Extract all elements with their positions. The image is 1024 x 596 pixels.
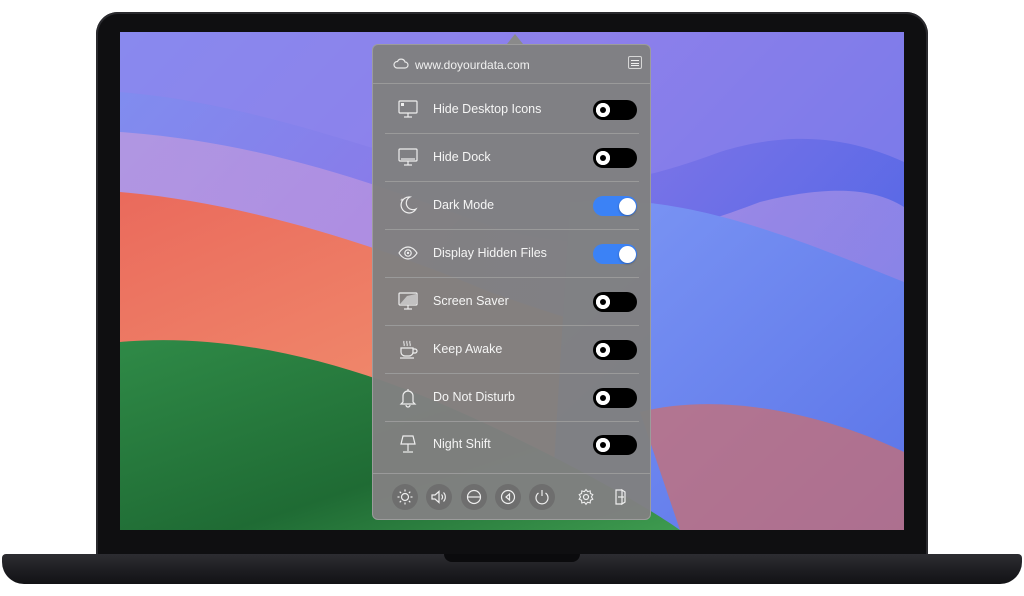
brightness-icon xyxy=(397,489,413,505)
quit-icon xyxy=(615,488,626,506)
toggle-label: Do Not Disturb xyxy=(433,390,515,404)
keep-awake-toggle[interactable] xyxy=(593,340,637,360)
quit-button[interactable] xyxy=(607,484,633,510)
toggle-label: Screen Saver xyxy=(433,294,509,308)
toggle-row-dark-mode: Dark Mode xyxy=(385,182,649,230)
cloud-icon xyxy=(393,58,409,69)
desktop-icon xyxy=(398,100,418,118)
eject-button[interactable] xyxy=(495,484,521,510)
power-icon xyxy=(535,490,549,505)
settings-icon xyxy=(578,488,594,506)
volume-icon xyxy=(431,490,446,504)
toggle-label: Night Shift xyxy=(433,437,491,451)
lamp-icon xyxy=(400,435,416,453)
toggle-row-night-shift: Night Shift xyxy=(385,421,649,469)
dark-mode-toggle[interactable] xyxy=(593,196,637,216)
toggle-row-keep-awake: Keep Awake xyxy=(385,326,649,374)
bell-icon xyxy=(399,389,417,408)
toggle-label: Dark Mode xyxy=(433,198,495,212)
settings-button[interactable] xyxy=(573,484,599,510)
dock-icon xyxy=(398,148,418,166)
power-button[interactable] xyxy=(529,484,555,510)
eye-icon xyxy=(398,246,418,260)
menubar-popover: www.doyourdata.com Hide Desktop Icons Hi… xyxy=(372,44,651,520)
moon-icon xyxy=(399,196,418,214)
display-sleep-button[interactable] xyxy=(461,484,487,510)
brightness-button[interactable] xyxy=(392,484,418,510)
eject-icon xyxy=(500,489,516,505)
menu-icon[interactable] xyxy=(628,56,642,69)
coffee-cup-icon xyxy=(400,340,418,359)
toggle-row-do-not-disturb: Do Not Disturb xyxy=(385,374,649,422)
toggle-label: Hide Desktop Icons xyxy=(433,102,542,116)
popover-header: www.doyourdata.com xyxy=(373,45,650,84)
toggle-label: Display Hidden Files xyxy=(433,246,547,260)
toggle-row-hide-dock: Hide Dock xyxy=(385,134,649,182)
volume-button[interactable] xyxy=(426,484,452,510)
quick-actions-bar xyxy=(373,473,650,520)
toggle-row-display-hidden-files: Display Hidden Files xyxy=(385,230,649,278)
toggle-row-screen-saver: Screen Saver xyxy=(385,278,649,326)
popover-arrow xyxy=(507,34,523,44)
hide-dock-toggle[interactable] xyxy=(593,148,637,168)
do-not-disturb-toggle[interactable] xyxy=(593,388,637,408)
screen-saver-icon xyxy=(398,292,418,310)
toggle-label: Hide Dock xyxy=(433,150,491,164)
night-shift-toggle[interactable] xyxy=(593,435,637,455)
toggle-row-hide-desktop-icons: Hide Desktop Icons xyxy=(385,86,649,134)
screen-saver-toggle[interactable] xyxy=(593,292,637,312)
website-link[interactable]: www.doyourdata.com xyxy=(415,58,530,72)
laptop-hinge-notch xyxy=(444,554,580,562)
display-hidden-files-toggle[interactable] xyxy=(593,244,637,264)
hide-desktop-icons-toggle[interactable] xyxy=(593,100,637,120)
sleep-display-icon xyxy=(466,489,482,505)
toggle-label: Keep Awake xyxy=(433,342,503,356)
